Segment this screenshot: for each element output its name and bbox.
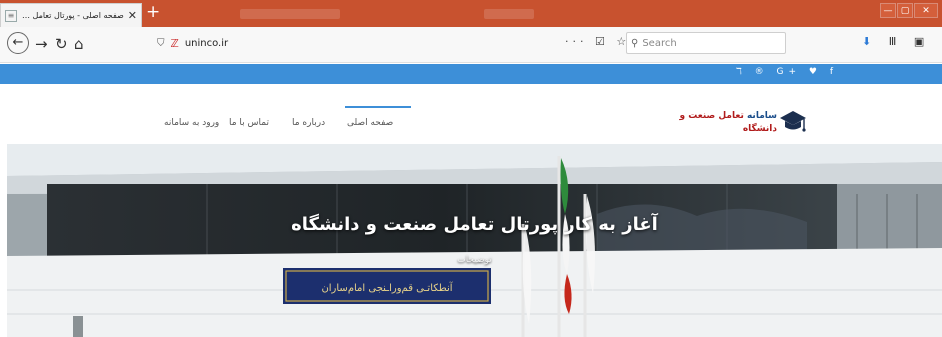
new-tab-button[interactable]: + [146,2,160,22]
hero-title: آغاز به کار پورتال تعامل صنعت و دانشگاه [291,214,658,235]
site-logo[interactable]: سامانه تعامل صنعت و دانشگاه [669,106,809,144]
graduation-cap-icon [780,111,806,132]
search-icon: ⚲ [631,37,639,49]
page-actions-menu[interactable]: ··· ☑ ☆ [565,35,630,48]
menu-item-contact[interactable]: تماس با ما [229,118,269,128]
address-bar[interactable]: ⛉ ℤ uninco.ir [153,32,590,54]
tab-title: صفحه اصلی - پورتال تعامل صنعت و دانشگاه [20,11,124,20]
logo-line1-part2: تعامل صنعت و [679,111,744,121]
social-icons[interactable]: ℸ ® G+ ♥ f [736,67,838,77]
url-text[interactable]: uninco.ir [185,38,228,49]
maximize-button[interactable]: ▢ [897,3,913,18]
browser-navigation-bar: ← → ↻ ⌂ ⛉ ℤ uninco.ir ··· ☑ ☆ ⚲ Search ⬇… [0,27,942,63]
tile-banner-text: آنطکاتـی قم‌وراـنجی امام‌ساران [321,281,453,294]
site-header: ورود به سامانه تماس با ما درباره ما صفحه… [0,84,942,144]
forward-button[interactable]: → [35,35,48,53]
active-menu-indicator [345,106,411,108]
hero-subtitle: توضیحات [457,255,492,265]
tracking-protection-icon[interactable]: ⛉ [157,38,165,49]
hero-banner: آنطکاتـی قم‌وراـنجی امام‌ساران آغاز به ک… [7,144,942,337]
download-icon[interactable]: ⬇ [862,35,878,48]
menu-item-about[interactable]: درباره ما [292,118,325,128]
site-identity-icon[interactable]: ℤ [171,37,179,50]
close-tab-icon[interactable]: ✕ [128,9,137,22]
browser-tab-strip: ✕ صفحه اصلی - پورتال تعامل صنعت و دانشگا… [0,0,942,27]
menu-item-login[interactable]: ورود به سامانه [164,118,219,128]
site-top-bar: ℸ ® G+ ♥ f [0,64,942,84]
back-button[interactable]: ← [7,32,29,54]
search-input[interactable]: ⚲ Search [626,32,786,54]
hero-photo: آنطکاتـی قم‌وراـنجی امام‌ساران [7,144,942,337]
logo-line1-part1: سامانه [743,111,777,121]
background-tab[interactable] [240,9,340,19]
minimize-button[interactable]: — [880,3,896,18]
close-window-button[interactable]: ✕ [914,3,938,18]
browser-tab[interactable]: ✕ صفحه اصلی - پورتال تعامل صنعت و دانشگا… [0,3,142,27]
browser-toolbar-icons[interactable]: ⬇ Ⅲ ▣ ◉ ≡ [862,35,942,48]
sidebar-icon[interactable]: ▣ [914,35,931,48]
home-button[interactable]: ⌂ [74,35,84,53]
back-arrow-icon: ← [12,35,24,50]
logo-line2: دانشگاه [742,124,777,134]
page-favicon-icon: ≡ [5,9,17,22]
logo-text: سامانه تعامل صنعت و دانشگاه [669,110,777,136]
background-tab[interactable] [484,9,534,19]
library-icon[interactable]: Ⅲ [889,35,904,48]
menu-item-home[interactable]: صفحه اصلی [347,118,393,128]
reload-button[interactable]: ↻ [55,35,68,53]
search-placeholder: Search [642,37,677,49]
